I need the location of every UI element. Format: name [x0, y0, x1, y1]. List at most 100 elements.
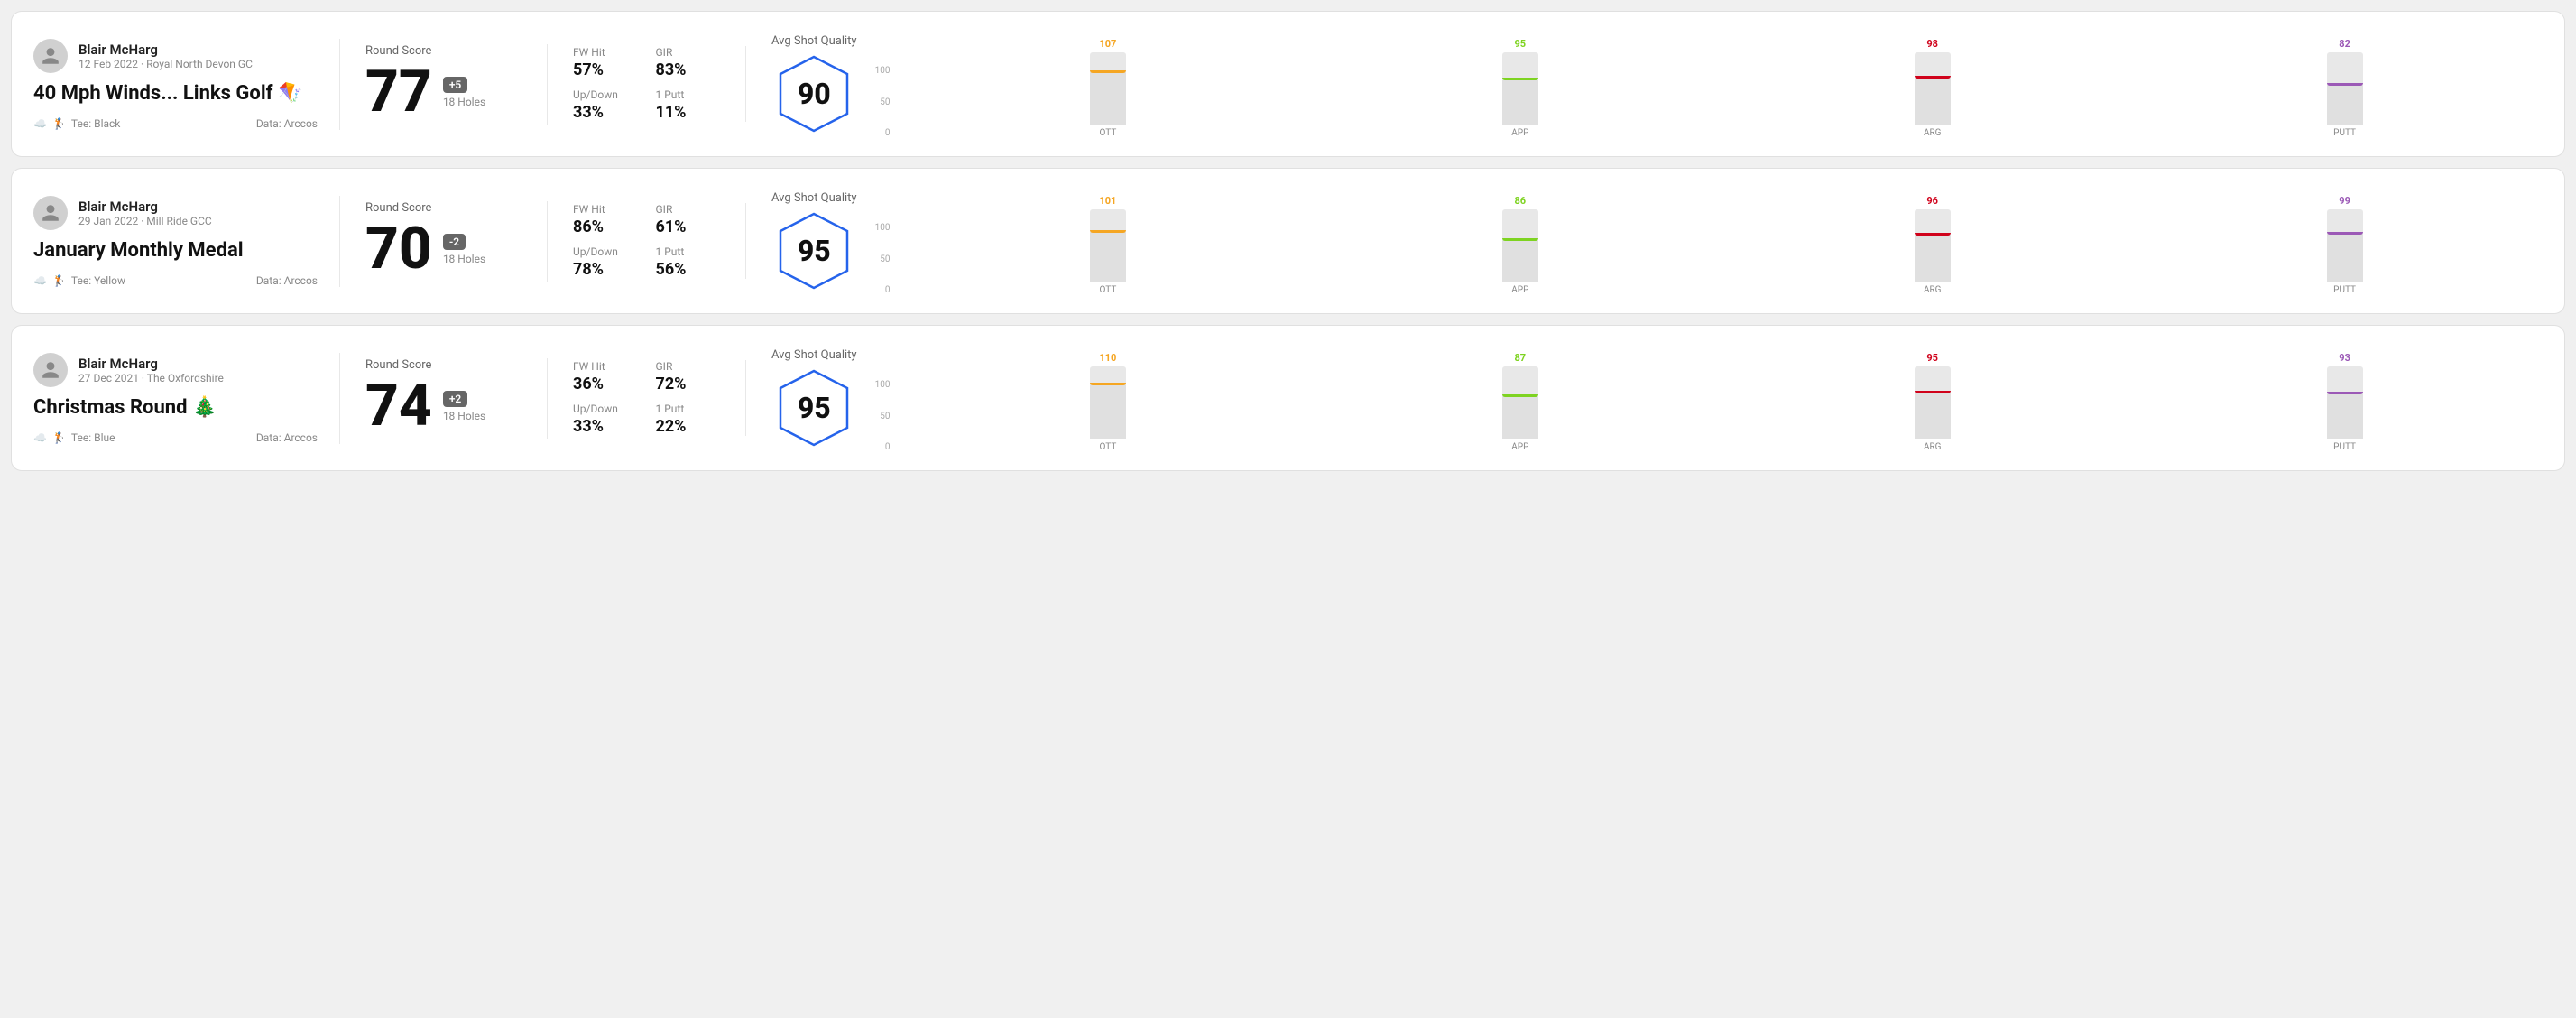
round-card-1[interactable]: Blair McHarg 12 Feb 2022 · Royal North D…: [11, 11, 2565, 157]
fw-hit-1: FW Hit 57%: [573, 46, 638, 79]
bar-label-app: APP: [1511, 128, 1528, 138]
bar-label-ott: OTT: [1100, 285, 1117, 295]
avatar-3: [33, 353, 68, 387]
one-putt-label-2: 1 Putt: [656, 245, 721, 258]
bar-accent-arg: [1915, 391, 1951, 393]
player-header-2: Blair McHarg 29 Jan 2022 · Mill Ride GCC: [33, 196, 318, 230]
bar-chart-1: 100 50 0 107 OTT 95 APP 98: [875, 30, 2543, 138]
one-putt-value-2: 56%: [656, 260, 721, 279]
bar-label-putt: PUTT: [2333, 128, 2356, 138]
stats-grid-2: FW Hit 86% GIR 61% Up/Down 78% 1 Putt 56…: [573, 203, 720, 279]
bar-value-ott: 107: [1099, 38, 1116, 50]
round-card-2[interactable]: Blair McHarg 29 Jan 2022 · Mill Ride GCC…: [11, 168, 2565, 314]
holes-label-3: 18 Holes: [443, 410, 485, 422]
gir-label-1: GIR: [656, 46, 721, 59]
y-label-50: 50: [875, 97, 891, 107]
gir-label-3: GIR: [656, 360, 721, 373]
up-down-value-1: 33%: [573, 103, 638, 122]
bar-wrapper-app: [1502, 209, 1538, 282]
y-label-100: 100: [875, 380, 891, 390]
bar-accent-putt: [2327, 83, 2363, 86]
up-down-label-3: Up/Down: [573, 403, 638, 415]
weather-icon-1: ☁️: [33, 117, 47, 130]
round-title-3: Christmas Round 🎄: [33, 396, 318, 419]
bar-group-app: 86 APP: [1322, 195, 1718, 295]
player-name-1: Blair McHarg: [78, 42, 253, 58]
bar-wrapper-putt: [2327, 366, 2363, 439]
bar-group-arg: 98 ARG: [1734, 38, 2130, 138]
score-badge-3: +2: [443, 391, 467, 407]
gir-2: GIR 61%: [656, 203, 721, 236]
one-putt-2: 1 Putt 56%: [656, 245, 721, 279]
round-card-3[interactable]: Blair McHarg 27 Dec 2021 · The Oxfordshi…: [11, 325, 2565, 471]
player-header-3: Blair McHarg 27 Dec 2021 · The Oxfordshi…: [33, 353, 318, 387]
bar-group-app: 87 APP: [1322, 352, 1718, 452]
bar-accent-ott: [1090, 230, 1126, 233]
bar-group-arg: 95 ARG: [1734, 352, 2130, 452]
tee-info-3: ☁️ 🏌️ Tee: Blue: [33, 431, 115, 444]
bar-value-putt: 93: [2339, 352, 2350, 364]
score-badge-container-3: +2 18 Holes: [443, 389, 485, 422]
tee-info-2: ☁️ 🏌️ Tee: Yellow: [33, 274, 125, 287]
bar-wrapper-putt: [2327, 52, 2363, 125]
y-label-100: 100: [875, 223, 891, 233]
bar-value-putt: 99: [2339, 195, 2350, 207]
bar-label-putt: PUTT: [2333, 442, 2356, 452]
left-section-2: Blair McHarg 29 Jan 2022 · Mill Ride GCC…: [33, 196, 340, 287]
stats-section-3: FW Hit 36% GIR 72% Up/Down 33% 1 Putt 22…: [548, 360, 746, 436]
bar-label-putt: PUTT: [2333, 285, 2356, 295]
gir-1: GIR 83%: [656, 46, 721, 79]
score-section-3: Round Score 74 +2 18 Holes: [340, 358, 548, 439]
quality-section-3: Avg Shot Quality 95 100 50 0 110: [746, 344, 2543, 452]
score-row-2: 70 -2 18 Holes: [365, 220, 522, 278]
hex-container-3: Avg Shot Quality 95: [771, 348, 857, 449]
score-label-2: Round Score: [365, 201, 522, 215]
left-section-1: Blair McHarg 12 Feb 2022 · Royal North D…: [33, 39, 340, 130]
fw-hit-2: FW Hit 86%: [573, 203, 638, 236]
bar-accent-putt: [2327, 392, 2363, 394]
data-source-1: Data: Arccos: [256, 117, 318, 130]
quality-section-1: Avg Shot Quality 90 100 50 0 107: [746, 30, 2543, 138]
tee-label-3: Tee: Blue: [71, 431, 115, 444]
bar-wrapper-ott: [1090, 52, 1126, 125]
hex-score-1: 90: [798, 77, 831, 111]
score-badge-container-2: -2 18 Holes: [443, 232, 485, 265]
bar-accent-app: [1502, 78, 1538, 80]
fw-hit-label-3: FW Hit: [573, 360, 638, 373]
data-source-3: Data: Arccos: [256, 431, 318, 444]
weather-icon-2: ☁️: [33, 274, 47, 287]
bar-fill-arg: [1915, 76, 1951, 125]
bag-icon-1: 🏌️: [52, 117, 66, 130]
bar-label-app: APP: [1511, 285, 1528, 295]
tee-label-2: Tee: Yellow: [71, 274, 125, 287]
fw-hit-value-3: 36%: [573, 375, 638, 393]
bar-fill-app: [1502, 78, 1538, 125]
person-icon: [41, 360, 60, 380]
person-icon: [41, 46, 60, 66]
bar-accent-arg: [1915, 76, 1951, 79]
y-label-100: 100: [875, 66, 891, 76]
player-info-3: Blair McHarg 27 Dec 2021 · The Oxfordshi…: [78, 356, 224, 384]
hexagon-3: 95: [773, 367, 854, 449]
up-down-3: Up/Down 33%: [573, 403, 638, 436]
bar-group-putt: 93 PUTT: [2147, 352, 2543, 452]
bar-label-ott: OTT: [1100, 442, 1117, 452]
bar-accent-arg: [1915, 233, 1951, 236]
player-date-3: 27 Dec 2021 · The Oxfordshire: [78, 372, 224, 384]
bar-chart-3: 100 50 0 110 OTT 87 APP 95: [875, 344, 2543, 452]
bar-value-app: 87: [1514, 352, 1526, 364]
bar-fill-ott: [1090, 383, 1126, 439]
bag-icon-2: 🏌️: [52, 274, 66, 287]
up-down-1: Up/Down 33%: [573, 88, 638, 122]
bar-fill-putt: [2327, 392, 2363, 439]
bar-wrapper-arg: [1915, 52, 1951, 125]
player-header-1: Blair McHarg 12 Feb 2022 · Royal North D…: [33, 39, 318, 73]
score-row-3: 74 +2 18 Holes: [365, 377, 522, 435]
fw-hit-label-1: FW Hit: [573, 46, 638, 59]
left-section-3: Blair McHarg 27 Dec 2021 · The Oxfordshi…: [33, 353, 340, 444]
bar-accent-putt: [2327, 232, 2363, 235]
bar-value-arg: 96: [1926, 195, 1938, 207]
bar-group-ott: 101 OTT: [909, 195, 1306, 295]
y-label-50: 50: [875, 255, 891, 264]
bar-wrapper-app: [1502, 52, 1538, 125]
